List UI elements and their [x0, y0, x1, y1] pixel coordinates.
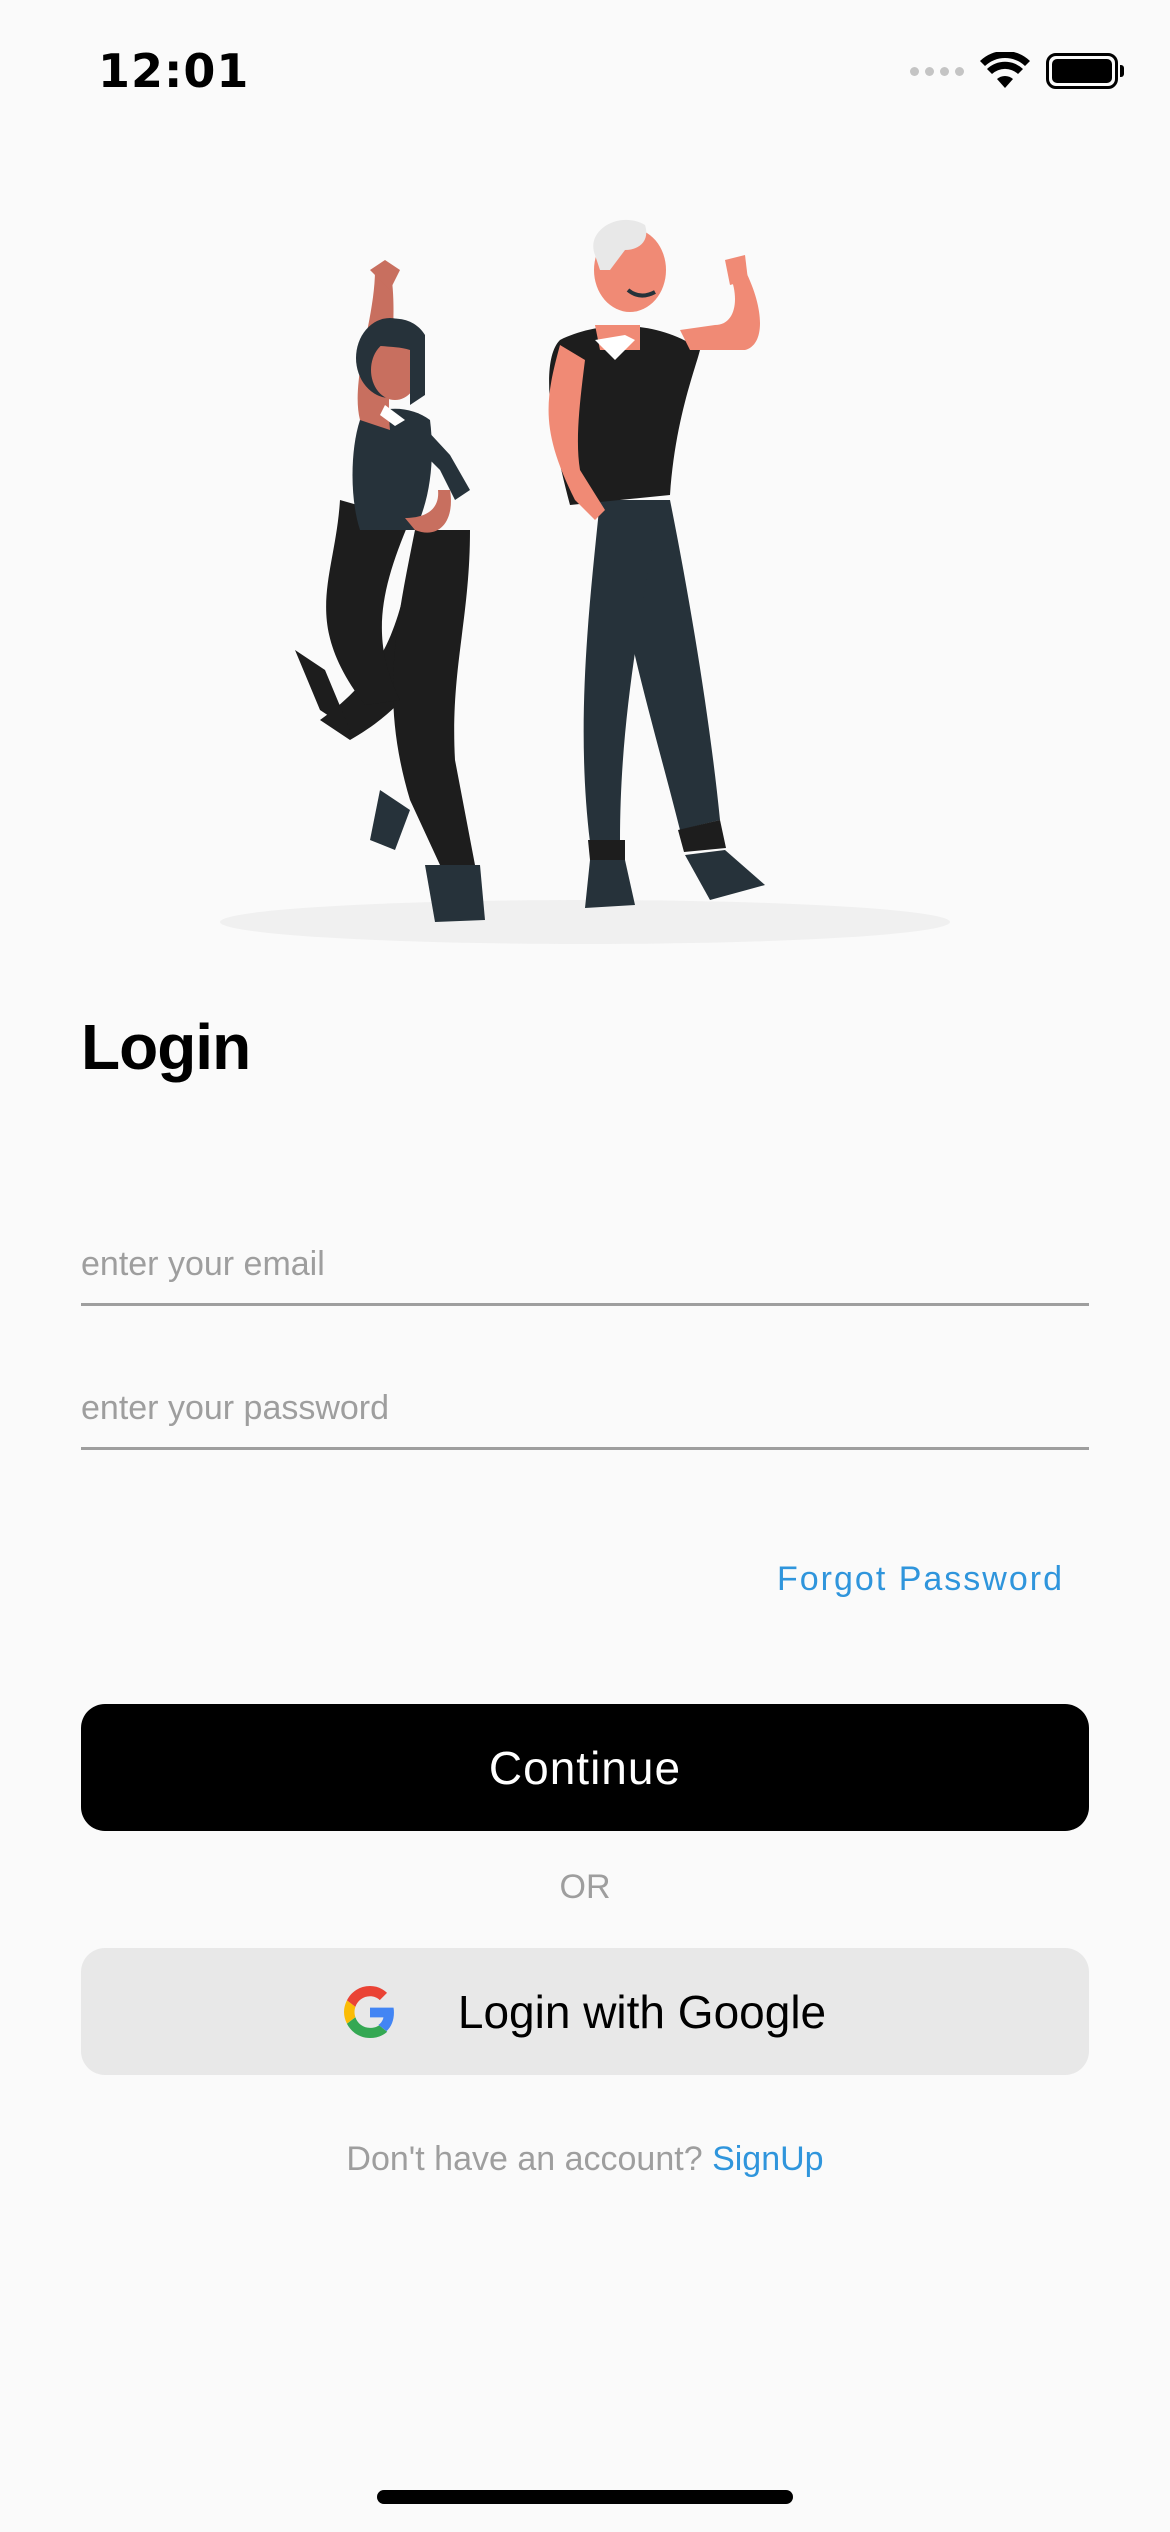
- cellular-signal-icon: [910, 66, 964, 76]
- status-bar: 12:01: [0, 0, 1170, 150]
- email-field[interactable]: [81, 1216, 1089, 1306]
- signup-link[interactable]: SignUp: [712, 2140, 824, 2178]
- google-g-icon: [343, 1985, 394, 2038]
- status-icons: [910, 52, 1124, 90]
- continue-button[interactable]: Continue: [81, 1704, 1089, 1831]
- google-button-label: Login with Google: [457, 1985, 827, 2038]
- or-divider: OR: [559, 1868, 611, 1906]
- email-input[interactable]: [81, 1216, 1089, 1303]
- people-illustration: [220, 219, 950, 944]
- password-field[interactable]: [81, 1360, 1089, 1450]
- home-indicator[interactable]: [377, 2490, 793, 2504]
- signup-row: Don't have an account? SignUp: [0, 2140, 1170, 2179]
- password-input[interactable]: [81, 1360, 1089, 1447]
- forgot-password-link[interactable]: Forgot Password: [777, 1560, 1064, 1599]
- status-time: 12:01: [98, 44, 250, 98]
- page-title: Login: [81, 1011, 251, 1083]
- login-with-google-button[interactable]: Login with Google: [81, 1948, 1089, 2075]
- signup-prompt: Don't have an account?: [346, 2140, 703, 2178]
- battery-icon: [1046, 53, 1124, 89]
- wifi-icon: [980, 52, 1030, 88]
